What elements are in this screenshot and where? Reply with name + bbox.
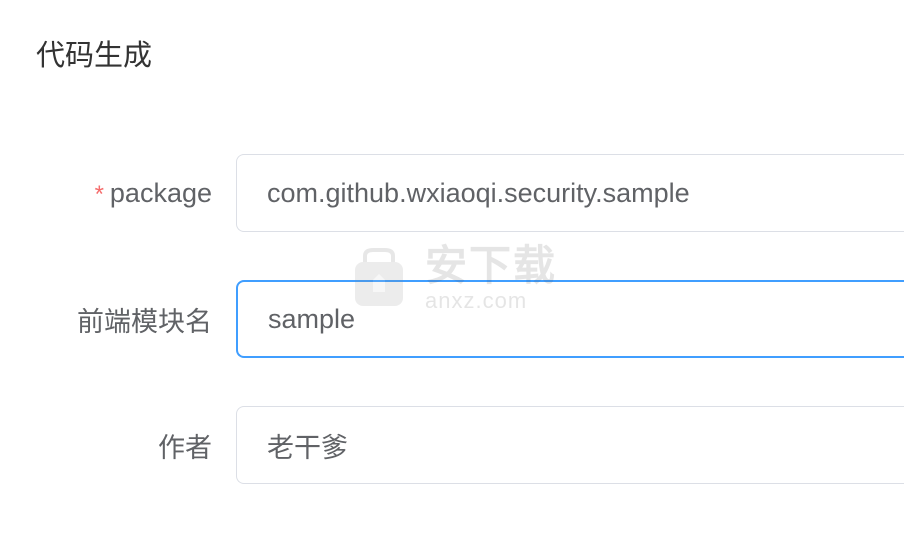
frontend-module-label-text: 前端模块名 bbox=[77, 307, 212, 337]
page-title: 代码生成 bbox=[0, 0, 904, 74]
author-label: 作者 bbox=[0, 426, 236, 465]
code-generation-form: *package 前端模块名 作者 bbox=[0, 74, 904, 484]
frontend-module-label: 前端模块名 bbox=[0, 300, 236, 339]
author-input[interactable] bbox=[236, 406, 904, 484]
author-label-text: 作者 bbox=[158, 433, 212, 463]
form-row-author: 作者 bbox=[0, 406, 904, 484]
package-label-text: package bbox=[110, 178, 212, 208]
package-label: *package bbox=[0, 178, 236, 209]
required-indicator: * bbox=[95, 181, 104, 208]
package-input[interactable] bbox=[236, 154, 904, 232]
form-row-frontend-module: 前端模块名 bbox=[0, 280, 904, 358]
frontend-module-input[interactable] bbox=[236, 280, 904, 358]
form-row-package: *package bbox=[0, 154, 904, 232]
